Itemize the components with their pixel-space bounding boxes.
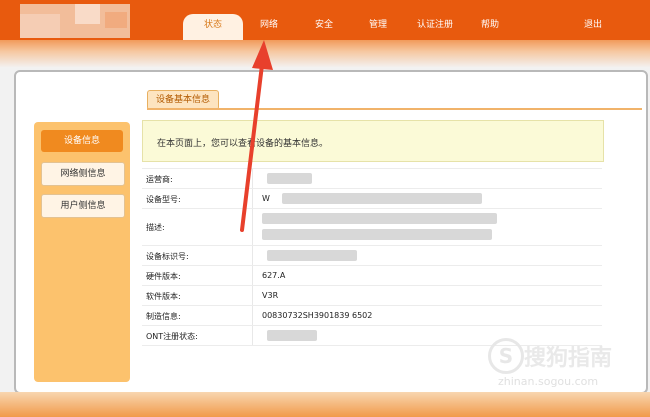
watermark-logo-icon: S xyxy=(488,338,524,374)
watermark-brand: 搜狗指南 xyxy=(524,346,613,371)
watermark: S 搜狗指南 zhinan.sogou.com xyxy=(488,338,648,393)
watermark-url: zhinan.sogou.com xyxy=(498,375,599,388)
footer-bar xyxy=(0,392,650,417)
